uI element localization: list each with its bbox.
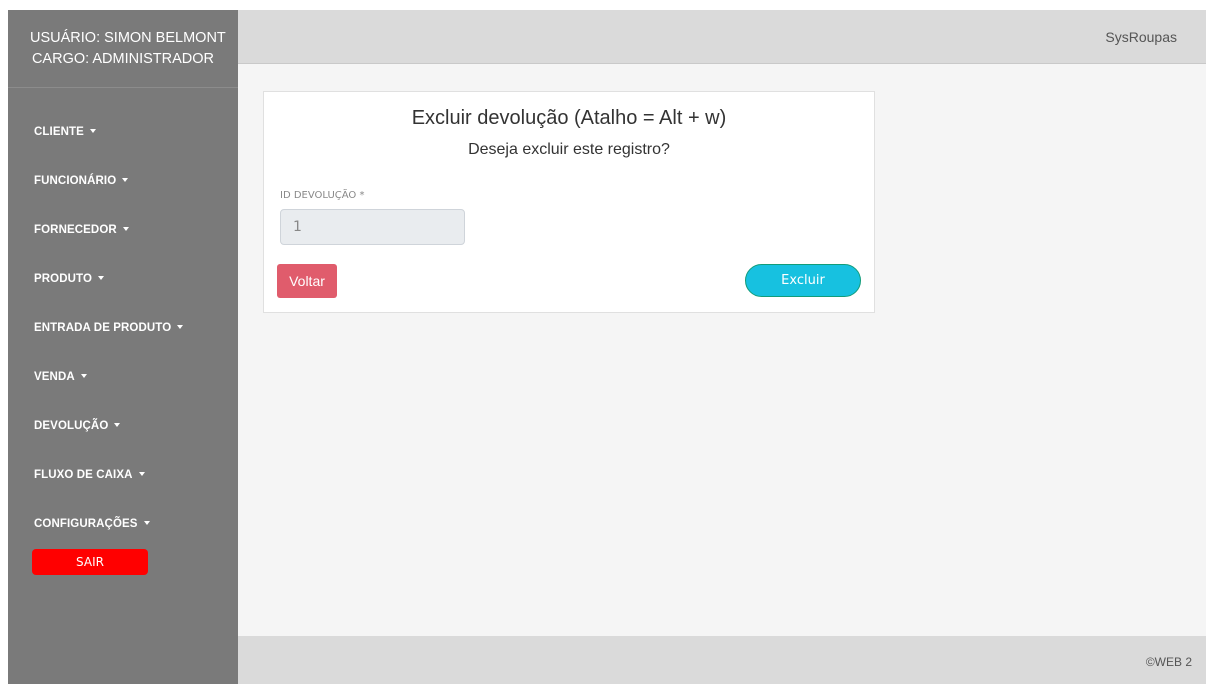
user-role: CARGO: ADMINISTRADOR bbox=[31, 51, 215, 67]
back-button[interactable]: Voltar bbox=[277, 264, 337, 298]
sidebar-item-label: FUNCIONÁRIO bbox=[34, 174, 117, 187]
sidebar-item-label: CLIENTE bbox=[34, 125, 84, 138]
sidebar-item-label: FLUXO DE CAIXA bbox=[34, 468, 133, 481]
caret-down-icon bbox=[114, 422, 121, 427]
sidebar-item-funcionario[interactable]: FUNCIONÁRIO bbox=[8, 156, 238, 205]
logout-button[interactable]: SAIR bbox=[32, 549, 148, 575]
footer: ©WEB 2 bbox=[238, 636, 1206, 684]
sidebar-item-venda[interactable]: VENDA bbox=[8, 352, 238, 401]
sidebar-item-label: VENDA bbox=[34, 370, 75, 383]
dialog-title: Excluir devolução (Atalho = Alt + w) bbox=[411, 107, 727, 129]
sidebar-item-fornecedor[interactable]: FORNECEDOR bbox=[8, 205, 238, 254]
sidebar-item-produto[interactable]: PRODUTO bbox=[8, 254, 238, 303]
copyright-text: ©WEB 2 bbox=[1145, 655, 1192, 669]
top-bar: SysRoupas bbox=[238, 10, 1206, 64]
caret-down-icon bbox=[143, 520, 150, 525]
caret-down-icon bbox=[80, 373, 87, 378]
sidebar-item-entrada-de-produto[interactable]: ENTRADA DE PRODUTO bbox=[8, 303, 238, 352]
caret-down-icon bbox=[122, 177, 129, 182]
caret-down-icon bbox=[98, 275, 104, 280]
sidebar-item-label: PRODUTO bbox=[34, 272, 92, 285]
dialog-subtitle: Deseja excluir este registro? bbox=[468, 141, 670, 158]
sidebar-item-label: DEVOLUÇÃO bbox=[34, 419, 109, 432]
caret-down-icon bbox=[122, 226, 129, 231]
delete-button[interactable]: Excluir bbox=[745, 264, 861, 297]
main-content: Excluir devolução (Atalho = Alt + w) Des… bbox=[238, 64, 1206, 636]
sidebar-item-fluxo-de-caixa[interactable]: FLUXO DE CAIXA bbox=[8, 450, 238, 499]
sidebar-nav: CLIENTE FUNCIONÁRIO FORNECEDOR PRODUTO E… bbox=[8, 107, 238, 548]
user-name: USUÁRIO: SIMON BELMONT bbox=[30, 30, 226, 46]
sidebar-item-devolucao[interactable]: DEVOLUÇÃO bbox=[8, 401, 238, 450]
delete-dialog-card: Excluir devolução (Atalho = Alt + w) Des… bbox=[263, 91, 875, 313]
sidebar-item-label: ENTRADA DE PRODUTO bbox=[34, 321, 172, 334]
id-devolucao-field[interactable] bbox=[280, 209, 465, 245]
sidebar-item-configuracoes[interactable]: CONFIGURAÇÕES bbox=[8, 499, 238, 548]
caret-down-icon bbox=[177, 324, 184, 329]
brand-name: SysRoupas bbox=[1105, 29, 1177, 45]
user-info: USUÁRIO: SIMON BELMONT CARGO: ADMINISTRA… bbox=[8, 10, 238, 88]
sidebar-item-label: FORNECEDOR bbox=[34, 223, 117, 236]
sidebar: USUÁRIO: SIMON BELMONT CARGO: ADMINISTRA… bbox=[8, 10, 238, 684]
sidebar-item-label: CONFIGURAÇÕES bbox=[34, 517, 138, 530]
caret-down-icon bbox=[89, 128, 96, 133]
sidebar-item-cliente[interactable]: CLIENTE bbox=[8, 107, 238, 156]
id-devolucao-label: ID DEVOLUÇÃO * bbox=[280, 190, 365, 201]
caret-down-icon bbox=[138, 471, 145, 476]
